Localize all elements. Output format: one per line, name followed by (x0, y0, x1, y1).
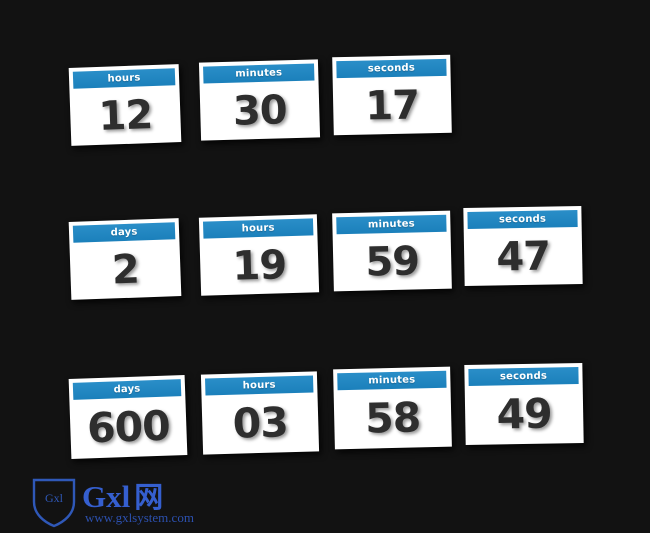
shield-icon: Gxl (30, 476, 78, 528)
flip-card-label: seconds (467, 210, 578, 229)
counter-row-dhms-wide: days 600 hours 03 minutes 58 seconds 49 (0, 362, 650, 472)
shield-icon-label: Gxl (45, 491, 63, 505)
flip-card-label: hours (205, 375, 314, 396)
flip-card-value: 2 (111, 246, 140, 294)
flip-card-minutes[interactable]: minutes 30 (198, 59, 321, 141)
flip-card-hours[interactable]: hours 03 (200, 371, 320, 455)
flip-card-label: days (72, 379, 182, 400)
flip-card-hours[interactable]: hours 12 (68, 64, 182, 146)
flip-card-label: seconds (336, 58, 447, 79)
flip-card-value: 47 (495, 233, 551, 281)
flip-card-label: seconds (468, 367, 579, 386)
counter-row-dhms: days 2 hours 19 minutes 59 seconds 47 (0, 205, 650, 316)
flip-card-value: 03 (232, 398, 289, 448)
flip-card-value: 58 (364, 393, 421, 443)
flip-card-seconds[interactable]: seconds 47 (463, 205, 583, 287)
flip-card-value: 49 (496, 389, 553, 439)
flip-card-hours[interactable]: hours 19 (198, 214, 320, 296)
watermark-brand-latin: Gxl (82, 479, 131, 514)
flip-card-days[interactable]: days 2 (68, 218, 182, 300)
flip-card-label: days (72, 222, 176, 243)
flip-card-value: 17 (364, 82, 420, 130)
flip-card-seconds[interactable]: seconds 17 (332, 54, 452, 136)
flip-card-label: hours (72, 68, 176, 89)
flip-card-label: minutes (336, 214, 447, 235)
flip-card-minutes[interactable]: minutes 58 (333, 366, 452, 450)
counter-row-hms: hours 12 minutes 30 seconds 17 (0, 52, 650, 162)
flip-card-value: 600 (86, 401, 171, 453)
flip-card-seconds[interactable]: seconds 49 (464, 362, 584, 446)
flip-card-label: minutes (203, 63, 315, 84)
watermark-brand-cjk: 网 (134, 480, 164, 514)
flip-card-value: 59 (364, 238, 420, 286)
flip-card-minutes[interactable]: minutes 59 (332, 210, 452, 292)
watermark: Gxl Gxl 网 www.gxlsystem.com (26, 474, 246, 529)
flip-card-label: hours (202, 218, 314, 239)
countdown-stage: hours 12 minutes 30 seconds 17 days 2 ho… (0, 0, 650, 529)
flip-card-days[interactable]: days 600 (68, 375, 188, 459)
watermark-url: www.gxlsystem.com (85, 510, 194, 525)
flip-card-value: 12 (97, 92, 153, 140)
flip-card-value: 19 (231, 242, 287, 290)
flip-card-value: 30 (232, 87, 288, 135)
flip-card-label: minutes (337, 370, 447, 391)
